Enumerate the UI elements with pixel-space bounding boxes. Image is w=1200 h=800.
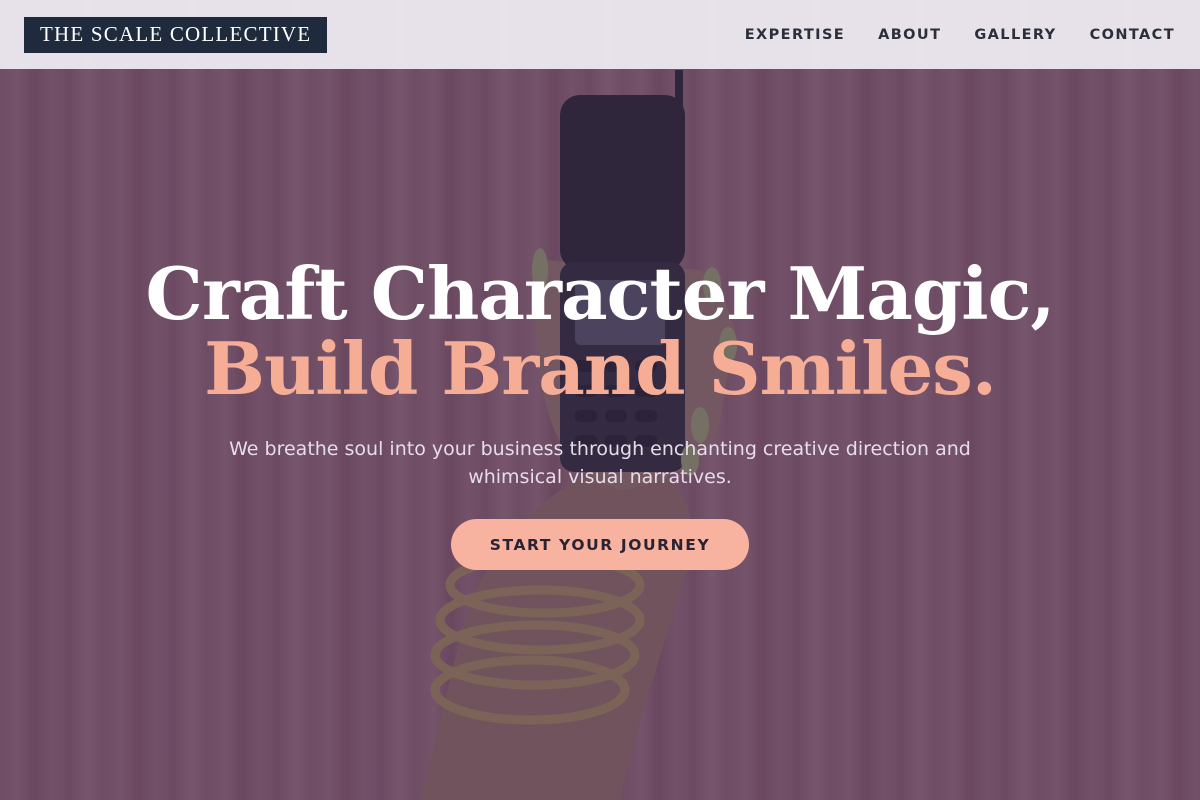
nav-link-contact[interactable]: CONTACT [1090, 27, 1175, 43]
hero-subtitle: We breathe soul into your business throu… [229, 438, 971, 488]
logo-link[interactable]: THE SCALE COLLECTIVE [24, 16, 328, 53]
hero-headline: Craft Character Magic, Build Brand Smile… [0, 255, 1200, 405]
nav-link-about[interactable]: ABOUT [878, 27, 941, 43]
hero-content: Craft Character Magic, Build Brand Smile… [0, 255, 1200, 570]
nav-link-gallery[interactable]: GALLERY [974, 27, 1056, 43]
nav-link-expertise[interactable]: EXPERTISE [745, 27, 845, 43]
site-header: THE SCALE COLLECTIVE EXPERTISE ABOUT GAL… [0, 0, 1200, 69]
start-journey-button[interactable]: START YOUR JOURNEY [451, 519, 749, 570]
headline-line-2: Build Brand Smiles. [204, 326, 997, 411]
headline-line-1: Craft Character Magic, [145, 251, 1056, 336]
main-nav: EXPERTISE ABOUT GALLERY CONTACT [745, 27, 1176, 43]
